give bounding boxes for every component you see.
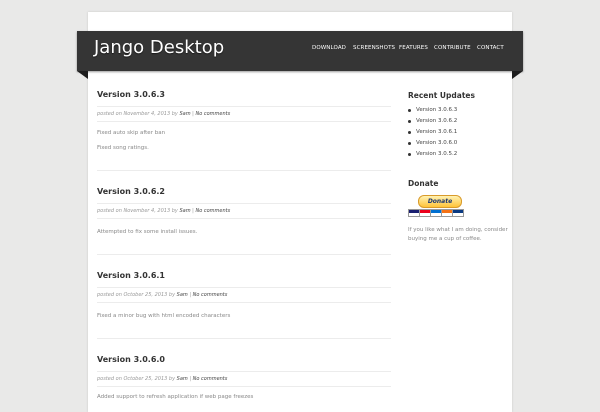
- bullet-icon: [408, 109, 411, 112]
- divider: [97, 106, 391, 107]
- post-separator: [97, 170, 391, 171]
- recent-update-link[interactable]: Version 3.0.6.1: [408, 127, 457, 138]
- post-body: Fixed song ratings.: [97, 145, 149, 151]
- post-body: Attempted to fix some install issues.: [97, 229, 198, 235]
- divider: [97, 203, 391, 204]
- meta-separator: |: [189, 292, 192, 298]
- post-body: Fixed auto skip after ban: [97, 130, 166, 136]
- divider: [97, 218, 391, 219]
- post-separator: [97, 254, 391, 255]
- post-meta: posted on November 4, 2013 by Sam | No c…: [97, 111, 230, 117]
- divider: [97, 371, 391, 372]
- recent-update-label: Version 3.0.5.2: [416, 151, 458, 157]
- meta-separator: |: [189, 376, 192, 382]
- banner-fold-left: [77, 71, 88, 79]
- post-meta: posted on October 25, 2013 by Sam | No c…: [97, 376, 227, 382]
- divider: [97, 287, 391, 288]
- recent-update-link[interactable]: Version 3.0.6.0: [408, 138, 457, 149]
- post-date: posted on November 4, 2013 by: [97, 111, 178, 117]
- post-author[interactable]: Sam: [179, 208, 190, 214]
- comments-link[interactable]: No comments: [195, 208, 230, 214]
- post-separator: [97, 338, 391, 339]
- divider: [97, 302, 391, 303]
- post-date: posted on November 4, 2013 by: [97, 208, 178, 214]
- post-meta: posted on October 25, 2013 by Sam | No c…: [97, 292, 227, 298]
- recent-update-label: Version 3.0.6.1: [416, 129, 458, 135]
- recent-update-label: Version 3.0.6.2: [416, 118, 458, 124]
- recent-update-label: Version 3.0.6.3: [416, 107, 458, 113]
- meta-separator: |: [192, 111, 194, 117]
- nav-download[interactable]: DOWNLOAD: [312, 45, 346, 51]
- post-author[interactable]: Sam: [177, 292, 188, 298]
- post-author[interactable]: Sam: [179, 111, 190, 117]
- banner-fold-right: [512, 71, 523, 79]
- comments-link[interactable]: No comments: [193, 292, 228, 298]
- post-meta: posted on November 4, 2013 by Sam | No c…: [97, 208, 230, 214]
- site-title[interactable]: Jango Desktop: [94, 37, 224, 58]
- nav-contribute[interactable]: CONTRIBUTE: [434, 45, 471, 51]
- recent-update-label: Version 3.0.6.0: [416, 140, 458, 146]
- post-body: Added support to refresh application if …: [97, 394, 254, 400]
- recent-updates-heading: Recent Updates: [408, 91, 475, 100]
- nav-contact[interactable]: CONTACT: [477, 45, 504, 51]
- donate-description: buying me a cup of coffee.: [408, 236, 482, 242]
- post-title[interactable]: Version 3.0.6.1: [97, 271, 165, 280]
- bullet-icon: [408, 153, 411, 156]
- donate-heading: Donate: [408, 179, 439, 188]
- recent-update-link[interactable]: Version 3.0.5.2: [408, 149, 457, 160]
- bullet-icon: [408, 142, 411, 145]
- nav-screenshots[interactable]: SCREENSHOTS: [353, 45, 395, 51]
- post-body: Fixed a minor bug with html encoded char…: [97, 313, 231, 319]
- recent-update-link[interactable]: Version 3.0.6.2: [408, 116, 457, 127]
- comments-link[interactable]: No comments: [195, 111, 230, 117]
- post-date: posted on October 25, 2013 by: [97, 376, 176, 382]
- divider: [97, 121, 391, 122]
- post-title[interactable]: Version 3.0.6.2: [97, 187, 165, 196]
- divider: [97, 386, 391, 387]
- donate-description: If you like what I am doing, consider: [408, 227, 508, 233]
- recent-update-link[interactable]: Version 3.0.6.3: [408, 105, 457, 116]
- post-title[interactable]: Version 3.0.6.3: [97, 90, 165, 99]
- recent-updates-list: Version 3.0.6.3 Version 3.0.6.2 Version …: [408, 105, 457, 160]
- bullet-icon: [408, 120, 411, 123]
- meta-separator: |: [192, 208, 194, 214]
- post-author[interactable]: Sam: [177, 376, 188, 382]
- bullet-icon: [408, 131, 411, 134]
- donate-button[interactable]: Donate: [418, 195, 462, 208]
- post-title[interactable]: Version 3.0.6.0: [97, 355, 165, 364]
- comments-link[interactable]: No comments: [193, 376, 228, 382]
- nav-features[interactable]: FEATURES: [399, 45, 428, 51]
- bank-card-icon: [452, 209, 464, 217]
- post-date: posted on October 25, 2013 by: [97, 292, 176, 298]
